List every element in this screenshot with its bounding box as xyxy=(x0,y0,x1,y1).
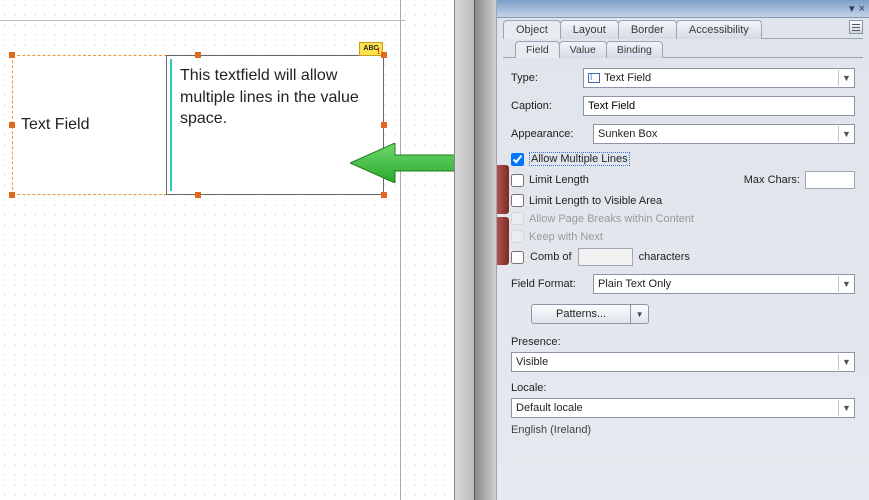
limit-length-label: Limit Length xyxy=(529,174,589,186)
patterns-button-label: Patterns... xyxy=(531,304,631,324)
resize-handle[interactable] xyxy=(195,52,201,58)
resize-handle[interactable] xyxy=(9,122,15,128)
max-chars-label: Max Chars: xyxy=(744,174,800,186)
panel-close-icon[interactable]: × xyxy=(859,3,865,15)
text-field-value-area[interactable]: ABC This textfield will allow multiple l… xyxy=(166,55,384,195)
locale-label: Locale: xyxy=(511,382,855,394)
patterns-button[interactable]: Patterns... ▼ xyxy=(531,304,649,324)
vertical-divider xyxy=(454,0,474,500)
page-edge-guide xyxy=(400,0,401,500)
field-format-value: Plain Text Only xyxy=(598,278,671,290)
keep-next-checkbox xyxy=(511,230,524,243)
page-breaks-row: Allow Page Breaks within Content xyxy=(511,212,855,225)
type-label: Type: xyxy=(511,72,575,84)
keep-next-row: Keep with Next xyxy=(511,230,855,243)
text-field-object[interactable]: Text Field ABC This textfield will allow… xyxy=(12,55,384,195)
max-chars-input[interactable] xyxy=(805,171,855,189)
text-field-value-text: This textfield will allow multiple lines… xyxy=(170,59,380,191)
field-format-dropdown[interactable]: Plain Text Only ▼ xyxy=(593,274,855,294)
resize-handle[interactable] xyxy=(195,192,201,198)
chevron-down-icon: ▼ xyxy=(838,354,854,370)
presence-dropdown[interactable]: Visible ▼ xyxy=(511,352,855,372)
tab-object[interactable]: Object xyxy=(503,20,561,39)
tab-field[interactable]: Field xyxy=(515,41,560,58)
locale-dropdown[interactable]: Default locale ▼ xyxy=(511,398,855,418)
field-format-label: Field Format: xyxy=(511,278,585,290)
field-format-row: Field Format: Plain Text Only ▼ xyxy=(511,274,855,294)
object-properties-panel: ▾ × Object Layout Border Accessibility F… xyxy=(496,0,869,500)
resize-handle[interactable] xyxy=(9,192,15,198)
chevron-down-icon: ▼ xyxy=(838,400,854,416)
presence-label: Presence: xyxy=(511,336,855,348)
appearance-row: Appearance: Sunken Box ▼ xyxy=(511,124,855,144)
allow-multiple-lines-row: Allow Multiple Lines xyxy=(511,152,855,166)
presence-value: Visible xyxy=(516,356,548,368)
comb-checkbox[interactable] xyxy=(511,251,524,264)
locale-resolved-text: English (Ireland) xyxy=(511,424,855,436)
comb-label: Comb of xyxy=(530,251,572,263)
panel-splitter[interactable] xyxy=(474,0,496,500)
chevron-down-icon: ▼ xyxy=(838,276,854,292)
comb-characters-label: characters xyxy=(639,251,690,263)
allow-multiple-lines-checkbox[interactable] xyxy=(511,153,524,166)
panel-titlebar[interactable]: ▾ × xyxy=(497,0,869,18)
comb-row: Comb of characters xyxy=(511,248,855,266)
appearance-dropdown[interactable]: Sunken Box ▼ xyxy=(593,124,855,144)
chevron-down-icon: ▼ xyxy=(838,126,854,142)
allow-multiple-lines-label[interactable]: Allow Multiple Lines xyxy=(529,152,630,166)
limit-visible-checkbox[interactable] xyxy=(511,194,524,207)
type-dropdown[interactable]: Text Field ▼ xyxy=(583,68,855,88)
resize-handle[interactable] xyxy=(381,192,387,198)
text-field-icon xyxy=(588,73,600,83)
patterns-row: Patterns... ▼ xyxy=(511,304,855,324)
comb-count-input xyxy=(578,248,633,266)
caption-label: Caption: xyxy=(511,100,575,112)
text-field-caption-text: Text Field xyxy=(21,116,89,134)
panel-body: Type: Text Field ▼ Caption: Appearance: … xyxy=(497,58,869,446)
appearance-value: Sunken Box xyxy=(598,128,657,140)
limit-length-row: Limit Length Max Chars: xyxy=(511,171,855,189)
chevron-down-icon: ▼ xyxy=(838,70,854,86)
tab-border[interactable]: Border xyxy=(618,20,677,39)
appearance-label: Appearance: xyxy=(511,128,585,140)
ruler-guide-horizontal xyxy=(0,20,405,21)
sub-tab-row: Field Value Binding xyxy=(497,39,869,57)
page-breaks-checkbox xyxy=(511,212,524,225)
top-tab-row: Object Layout Border Accessibility xyxy=(497,18,869,38)
tab-accessibility[interactable]: Accessibility xyxy=(676,20,762,39)
caption-input[interactable] xyxy=(583,96,855,116)
tab-binding[interactable]: Binding xyxy=(606,41,663,58)
resize-handle[interactable] xyxy=(381,52,387,58)
resize-handle[interactable] xyxy=(9,52,15,58)
type-value: Text Field xyxy=(604,72,651,84)
caption-row: Caption: xyxy=(511,96,855,116)
type-row: Type: Text Field ▼ xyxy=(511,68,855,88)
resize-handle[interactable] xyxy=(381,122,387,128)
design-canvas[interactable]: Text Field ABC This textfield will allow… xyxy=(0,0,474,500)
panel-menu-icon[interactable]: ▾ xyxy=(849,2,855,15)
limit-visible-label: Limit Length to Visible Area xyxy=(529,195,662,207)
panel-options-icon[interactable] xyxy=(849,20,863,34)
keep-next-label: Keep with Next xyxy=(529,231,603,243)
validation-badge-icon: ABC xyxy=(359,42,383,56)
tab-layout[interactable]: Layout xyxy=(560,20,619,39)
limit-length-checkbox[interactable] xyxy=(511,174,524,187)
text-field-caption-area[interactable]: Text Field xyxy=(12,55,167,195)
limit-visible-row: Limit Length to Visible Area xyxy=(511,194,855,207)
locale-value: Default locale xyxy=(516,402,583,414)
tab-value[interactable]: Value xyxy=(559,41,607,58)
patterns-split-icon[interactable]: ▼ xyxy=(631,304,649,324)
page-breaks-label: Allow Page Breaks within Content xyxy=(529,213,694,225)
